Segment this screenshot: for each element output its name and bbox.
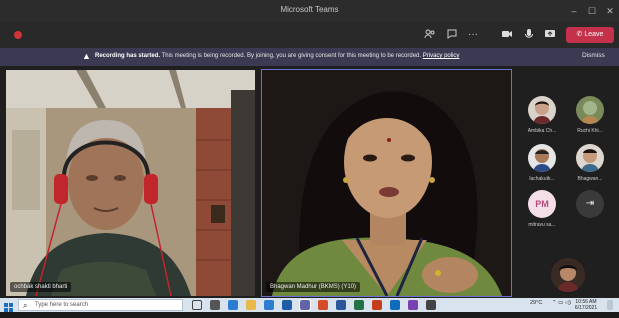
word-icon[interactable] [336, 300, 346, 310]
task-view-icon[interactable] [210, 300, 220, 310]
cortana-icon[interactable] [192, 300, 202, 310]
roster-item[interactable]: PM mitravu sa... [520, 190, 564, 236]
participants-icon[interactable] [423, 28, 437, 42]
onenote-icon[interactable] [408, 300, 418, 310]
roster-item[interactable]: Ambika Ch... [520, 96, 564, 142]
search-placeholder: Type here to search [35, 302, 89, 308]
meeting-stage: ochbak shakti bharti Bhagwan Madhur (BKM… [0, 66, 619, 298]
more-icon[interactable]: ··· [466, 28, 480, 42]
roster-item[interactable]: Bhagwan... [568, 144, 612, 190]
notifications-icon[interactable] [607, 300, 613, 310]
video-tile-participant-2[interactable]: Bhagwan Madhur (BKMS) (Y10) [261, 69, 512, 297]
weather-temp[interactable]: 29°C [530, 300, 542, 306]
window-title: Microsoft Teams [280, 5, 339, 14]
roster-name: Ambika Ch... [527, 128, 557, 134]
banner-body-text: This meeting is being recorded. By joini… [161, 53, 422, 59]
leave-button[interactable]: ✆ Leave [566, 27, 614, 43]
participant-1-name-tag: ochbak shakti bharti [10, 282, 72, 292]
title-bar: Microsoft Teams – ☐ ✕ [0, 0, 619, 22]
teams-icon[interactable] [299, 299, 311, 311]
share-icon[interactable] [543, 28, 557, 42]
banner-message: Recording has started. This meeting is b… [95, 53, 459, 59]
video-tile-participant-1[interactable]: ochbak shakti bharti [6, 70, 255, 296]
app-icon[interactable] [426, 300, 436, 310]
warning-icon: ▲ [82, 51, 91, 61]
avatar [528, 144, 556, 172]
avatar [576, 96, 604, 124]
camera-icon[interactable] [500, 28, 514, 42]
roster-item[interactable]: Ruchi Khi... [568, 96, 612, 142]
windows-taskbar: ⌕ Type here to search 29°C ⌃ ▭ ◁) 10:56 … [0, 298, 619, 312]
edge-icon[interactable] [228, 300, 238, 310]
taskbar-clock[interactable]: 10:56 AM 6/17/2021 [573, 299, 599, 311]
excel-icon[interactable] [354, 300, 364, 310]
minimize-button[interactable]: – [565, 3, 583, 19]
powerpoint-icon[interactable] [372, 300, 382, 310]
roster-name: Ruchi Khi... [577, 128, 603, 134]
search-icon: ⌕ [23, 301, 28, 310]
avatar [528, 96, 556, 124]
more-participants-icon: ⇥ [576, 190, 604, 218]
roster-item[interactable]: lachakutk... [520, 144, 564, 190]
chrome-icon[interactable] [318, 300, 328, 310]
participant-2-name-tag: Bhagwan Madhur (BKMS) (Y10) [266, 282, 361, 292]
participant-1-video [6, 70, 255, 296]
leave-button-label: Leave [584, 31, 604, 38]
meeting-toolbar: ··· ✆ Leave [0, 22, 619, 48]
dismiss-button[interactable]: Dismiss [582, 52, 605, 59]
chat-icon[interactable] [445, 28, 459, 42]
mail-icon[interactable] [282, 300, 292, 310]
outlook-icon[interactable] [390, 300, 400, 310]
roster-name: Bhagwan... [577, 176, 603, 182]
close-button[interactable]: ✕ [601, 3, 619, 19]
store-icon[interactable] [264, 300, 274, 310]
privacy-policy-link[interactable]: Privacy policy [423, 53, 460, 59]
taskbar-search[interactable]: ⌕ Type here to search [18, 299, 183, 311]
participant-roster: Ambika Ch... Ruchi Khi... lachakutk... B… [520, 70, 616, 296]
tray-icons[interactable]: ⌃ ▭ ◁) [552, 300, 571, 306]
banner-bold-text: Recording has started. [95, 53, 161, 59]
participant-2-video [262, 70, 511, 296]
recording-indicator-icon [14, 31, 22, 39]
maximize-button[interactable]: ☐ [583, 3, 601, 19]
roster-name: mitravu sa... [528, 222, 556, 228]
recording-banner: ▲ Recording has started. This meeting is… [0, 48, 619, 66]
roster-name: lachakutk... [529, 176, 555, 182]
initials-avatar: PM [528, 190, 556, 218]
file-explorer-icon[interactable] [246, 300, 256, 310]
mic-icon[interactable] [522, 28, 536, 42]
self-view[interactable] [551, 258, 585, 292]
avatar [576, 144, 604, 172]
clock-date: 6/17/2021 [574, 305, 598, 311]
windows-start-icon[interactable] [4, 300, 14, 312]
roster-more[interactable]: ⇥ [568, 190, 612, 236]
